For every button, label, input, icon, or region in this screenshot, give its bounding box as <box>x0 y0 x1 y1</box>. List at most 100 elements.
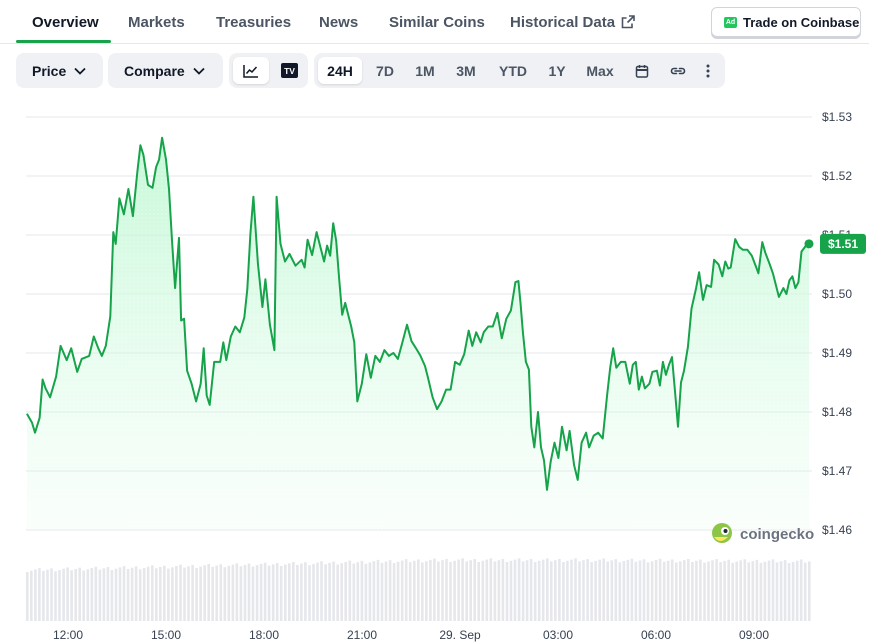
volume-bar <box>546 558 549 621</box>
volume-bar <box>199 566 202 621</box>
volume-bar <box>388 560 392 621</box>
volume-bar <box>235 563 239 621</box>
range-3m-button[interactable]: 3M <box>448 57 484 84</box>
volume-bar <box>783 560 787 621</box>
volume-bar <box>267 565 271 621</box>
line-chart-icon <box>243 64 258 78</box>
svg-text:TV: TV <box>284 66 295 76</box>
y-tick-label: $1.50 <box>822 287 852 301</box>
volume-bar <box>227 565 231 621</box>
volume-bar <box>566 560 569 621</box>
range-max-button[interactable]: Max <box>578 57 622 84</box>
range-1m-button[interactable]: 1M <box>408 57 442 84</box>
tab-historical-data-label: Historical Data <box>510 14 616 31</box>
compare-dropdown[interactable]: Compare <box>108 53 223 88</box>
volume-bar <box>356 562 360 621</box>
volume-bar <box>763 561 767 621</box>
volume-bar <box>271 564 275 621</box>
x-tick-label: 09:00 <box>739 628 769 642</box>
tab-historical-data[interactable]: Historical Data <box>510 14 635 33</box>
volume-bar <box>134 566 138 621</box>
tab-bar: Overview Markets Treasuries News Similar… <box>0 0 869 44</box>
range-ytd-button[interactable]: YTD <box>490 57 536 84</box>
volume-bar <box>493 561 497 621</box>
volume-bar <box>602 558 605 621</box>
volume-bar <box>795 560 799 621</box>
tab-overview[interactable]: Overview <box>32 14 99 31</box>
volume-bar <box>288 563 291 621</box>
volume-bar <box>122 566 126 621</box>
volume-bar <box>638 560 642 621</box>
volume-bar <box>550 561 553 621</box>
volume-bar <box>70 570 73 621</box>
volume-bar <box>453 560 456 621</box>
share-link-button[interactable] <box>664 57 692 84</box>
range-7d-button[interactable]: 7D <box>368 57 402 84</box>
tab-treasuries[interactable]: Treasuries <box>216 14 291 31</box>
volume-bar <box>711 560 714 621</box>
range-24h-button[interactable]: 24H <box>318 57 362 84</box>
volume-bar <box>316 562 319 621</box>
volume-bar <box>159 567 162 621</box>
volume-bar <box>312 563 315 621</box>
tab-news[interactable]: News <box>319 14 358 31</box>
tabs-divider <box>0 43 869 44</box>
volume-bar <box>481 560 485 621</box>
volume-bar <box>146 566 150 621</box>
more-options-button[interactable] <box>696 57 720 84</box>
volume-bar <box>606 561 609 621</box>
x-tick-label: 21:00 <box>347 628 377 642</box>
volume-bar <box>348 560 352 621</box>
y-axis: $1.53$1.52$1.51$1.50$1.49$1.48$1.47$1.46 <box>822 110 852 537</box>
volume-bar <box>767 560 771 621</box>
volume-bar <box>558 559 561 621</box>
volume-bar <box>715 559 718 621</box>
volume-bar <box>473 559 476 621</box>
price-dropdown[interactable]: Price <box>16 53 103 88</box>
volume-bar <box>300 563 303 621</box>
volume-bar <box>138 569 142 621</box>
volume-bar <box>799 559 803 621</box>
trade-on-coinbase-button[interactable]: Ad Trade on Coinbase <box>711 7 861 37</box>
tab-markets[interactable]: Markets <box>128 14 185 31</box>
volume-bar <box>231 564 235 621</box>
tradingview-icon: TV <box>280 63 298 78</box>
volume-bar <box>489 558 493 621</box>
volume-bar <box>336 564 339 621</box>
calendar-button[interactable] <box>628 57 656 84</box>
line-chart-button[interactable] <box>233 57 269 84</box>
volume-bar <box>614 559 618 621</box>
volume-bar <box>62 568 65 621</box>
range-1y-button[interactable]: 1Y <box>542 57 572 84</box>
volume-bar <box>485 559 489 621</box>
volume-bar <box>433 558 436 621</box>
volume-bar <box>207 564 210 621</box>
volume-bar <box>243 564 247 621</box>
x-tick-label: 29. Sep <box>439 628 481 642</box>
volume-bar <box>703 562 706 621</box>
volume-bar <box>211 566 214 621</box>
y-tick-label: $1.53 <box>822 110 852 124</box>
volume-bar <box>187 566 190 621</box>
volume-bar <box>86 569 90 621</box>
volume-bar <box>360 560 364 621</box>
volume-bar <box>574 558 577 621</box>
external-link-icon <box>621 15 635 33</box>
volume-bar <box>98 569 102 621</box>
volume-bar <box>167 568 170 621</box>
volume-bar <box>408 562 412 621</box>
volume-bar <box>142 568 146 621</box>
volume-bar <box>751 561 755 621</box>
volume-bar <box>404 559 408 621</box>
tab-similar-coins[interactable]: Similar Coins <box>389 14 485 31</box>
chevron-down-icon <box>193 67 205 75</box>
volume-bar <box>808 561 811 621</box>
volume-bar <box>537 560 541 621</box>
tradingview-button[interactable]: TV <box>273 57 305 84</box>
volume-bar <box>695 560 698 621</box>
volume-bar <box>465 561 468 621</box>
volume-bar <box>191 565 194 621</box>
volume-bar <box>449 562 452 621</box>
price-chart[interactable]: $1.53 $1.52 $1.51 $1.50 $1.49 $1.48 $1.47 $1.46… <box>0 100 869 643</box>
volume-bar <box>586 559 589 621</box>
